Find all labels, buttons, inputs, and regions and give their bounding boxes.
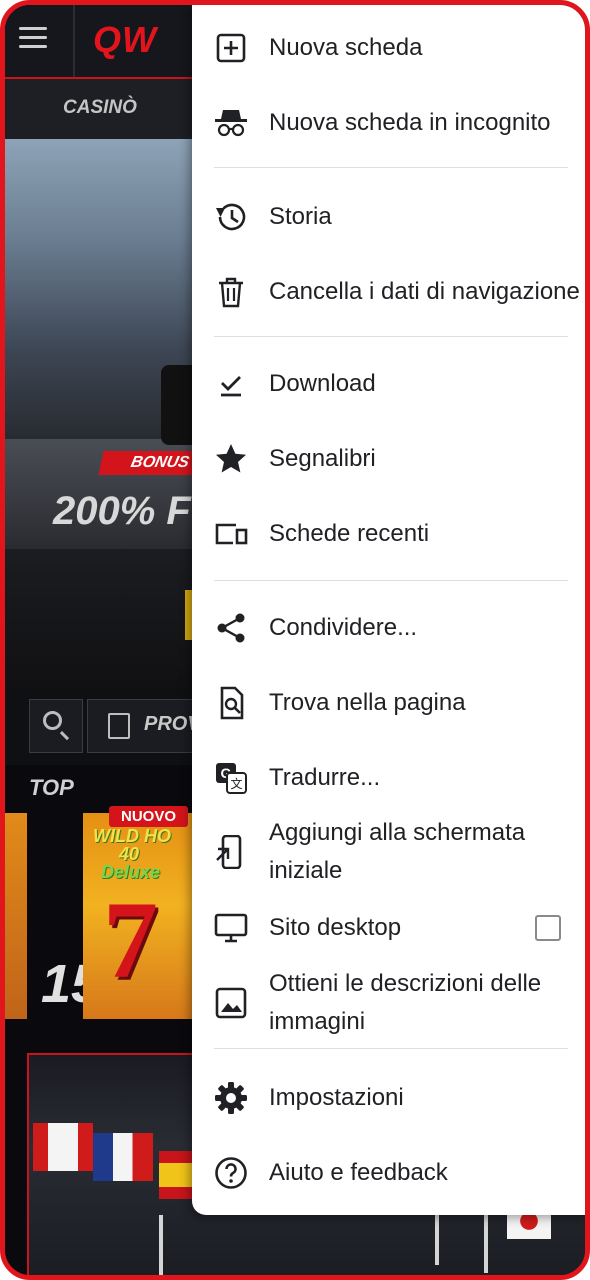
menu-item-label: Tradurre... [269,763,381,791]
flag-canada-image [33,1123,93,1171]
sparkler-image [484,1213,488,1273]
nav-item-casino[interactable]: CASINÒ [63,97,137,119]
menu-item-downloads[interactable]: Download [192,346,585,421]
menu-item-label: Segnalibri [269,444,376,472]
game-title-line: WILD HO [93,826,171,846]
menu-item-bookmarks[interactable]: Segnalibri [192,421,585,496]
menu-item-label: Nuova scheda [269,33,423,61]
menu-divider [214,1048,568,1049]
menu-divider [214,167,568,168]
menu-item-clear-browsing-data[interactable]: Cancella i dati di navigazione [192,254,585,329]
flag-france-image [93,1133,153,1181]
browser-overflow-menu: Nuova scheda Nuova scheda in incognito S… [192,5,585,1215]
menu-item-find-in-page[interactable]: Trova nella pagina [192,665,585,740]
menu-item-history[interactable]: Storia [192,179,585,254]
share-icon [217,613,245,642]
image-icon [215,987,247,1019]
incognito-icon [215,109,247,136]
gear-icon [215,1081,247,1114]
menu-item-recent-tabs[interactable]: Schede recenti [192,496,585,571]
new-tab-icon [216,33,246,62]
header-divider [73,5,75,77]
menu-item-label: Aiuto e feedback [269,1158,448,1186]
sparkler-image [159,1215,163,1275]
menu-divider [214,336,568,337]
book-icon [108,713,130,739]
help-icon [215,1156,247,1189]
trash-icon [219,277,243,307]
device-frame: QW CASINÒ BONUS 200% F PROV TOP 15 NUOVO… [0,0,590,1280]
search-icon [43,711,62,730]
menu-item-label: Download [269,369,376,397]
menu-item-label: Sito desktop [269,913,402,941]
desktop-site-checkbox[interactable] [535,914,561,941]
translate-icon: G文 [216,762,247,794]
menu-item-label: Aggiungi alla schermata iniziale [269,819,526,884]
add-to-home-screen-icon [216,835,242,869]
menu-item-help-feedback[interactable]: Aiuto e feedback [192,1135,585,1210]
new-badge: NUOVO [109,806,189,827]
menu-item-label: Condividere... [269,613,418,641]
star-icon [216,443,246,472]
menu-item-new-tab[interactable]: Nuova scheda [192,10,585,85]
section-title-top: TOP [29,775,74,800]
menu-item-translate[interactable]: G文 Tradurre... [192,740,585,815]
game-title-line: 40 [119,844,140,864]
menu-item-share[interactable]: Condividere... [192,590,585,665]
menu-item-label: Ottieni le descrizioni delle immagini [269,970,542,1035]
menu-item-desktop-site[interactable]: Sito desktop [192,890,585,965]
menu-item-label: Nuova scheda in incognito [269,108,551,136]
menu-item-label: Schede recenti [269,519,430,547]
menu-item-new-incognito-tab[interactable]: Nuova scheda in incognito [192,85,585,160]
menu-item-settings[interactable]: Impostazioni [192,1060,585,1135]
download-done-icon [221,375,241,396]
svg-text:文: 文 [230,776,242,791]
site-logo[interactable]: QW [93,19,157,61]
bonus-value: 200% F [53,489,191,533]
history-icon [216,203,246,230]
menu-item-label: Cancella i dati di navigazione [269,277,580,305]
game-card-partial[interactable] [5,813,27,1019]
menu-item-label: Impostazioni [269,1083,404,1111]
menu-item-label: Storia [269,202,332,230]
menu-item-add-to-home-screen[interactable]: Aggiungi alla schermata iniziale [192,810,585,894]
menu-item-label: Trova nella pagina [269,688,466,716]
game-art-seven: 7 [103,879,158,1001]
menu-divider [214,580,568,581]
hamburger-menu-icon[interactable] [19,27,47,49]
game-title: WILD HO 40 Deluxe [93,827,171,881]
find-in-page-icon [220,686,244,719]
menu-item-image-descriptions[interactable]: Ottieni le descrizioni delle immagini [192,961,585,1045]
devices-icon [215,523,248,544]
game-search-button[interactable] [29,699,83,753]
desktop-icon [214,913,248,942]
